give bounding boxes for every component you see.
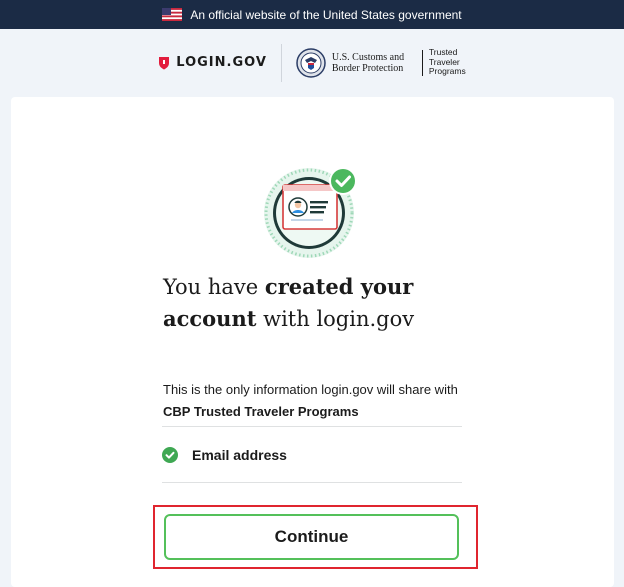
agency-name-line1: U.S. Customs and: [331, 51, 405, 63]
page-heading: You have created your account with login…: [163, 271, 463, 335]
heading-text-1: You have: [163, 275, 265, 299]
login-gov-logo[interactable]: LOGIN.GOV: [158, 55, 267, 70]
attributes-divider-top: [162, 426, 462, 427]
attribute-row-email: Email address: [162, 440, 462, 470]
intro-service-name: CBP Trusted Traveler Programs: [163, 404, 359, 419]
intro-text: This is the only information login.gov w…: [163, 382, 458, 397]
agency-logo: U.S. Customs and Border Protection Trust…: [296, 48, 466, 78]
agency-name: U.S. Customs and Border Protection: [332, 52, 416, 74]
login-gov-wordmark: LOGIN.GOV: [176, 55, 267, 70]
heading-text-2: with login.gov: [256, 307, 415, 331]
check-circle-icon: [162, 447, 178, 463]
agency-name-line2: Border Protection: [331, 62, 404, 74]
agency-divider: [421, 49, 423, 76]
program-line3: Programs: [428, 66, 466, 77]
cbp-seal-icon: [296, 47, 326, 78]
gov-banner-text: An official website of the United States…: [190, 7, 462, 22]
attributes-divider-bottom: [162, 482, 462, 483]
header-divider: [280, 43, 282, 82]
us-flag-icon: [162, 8, 183, 21]
attribute-label: Email address: [192, 447, 287, 463]
gov-banner: An official website of the United States…: [0, 0, 624, 29]
program-name: Trusted Traveler Programs: [429, 48, 466, 77]
intro-paragraph: This is the only information login.gov w…: [163, 379, 463, 423]
content-card: You have created your account with login…: [11, 97, 614, 587]
login-gov-shield-icon: [159, 56, 170, 69]
continue-button[interactable]: Continue: [164, 514, 459, 560]
site-header: LOGIN.GOV U.S. Customs and Border Protec…: [0, 29, 624, 96]
account-created-illustration: [264, 167, 357, 258]
